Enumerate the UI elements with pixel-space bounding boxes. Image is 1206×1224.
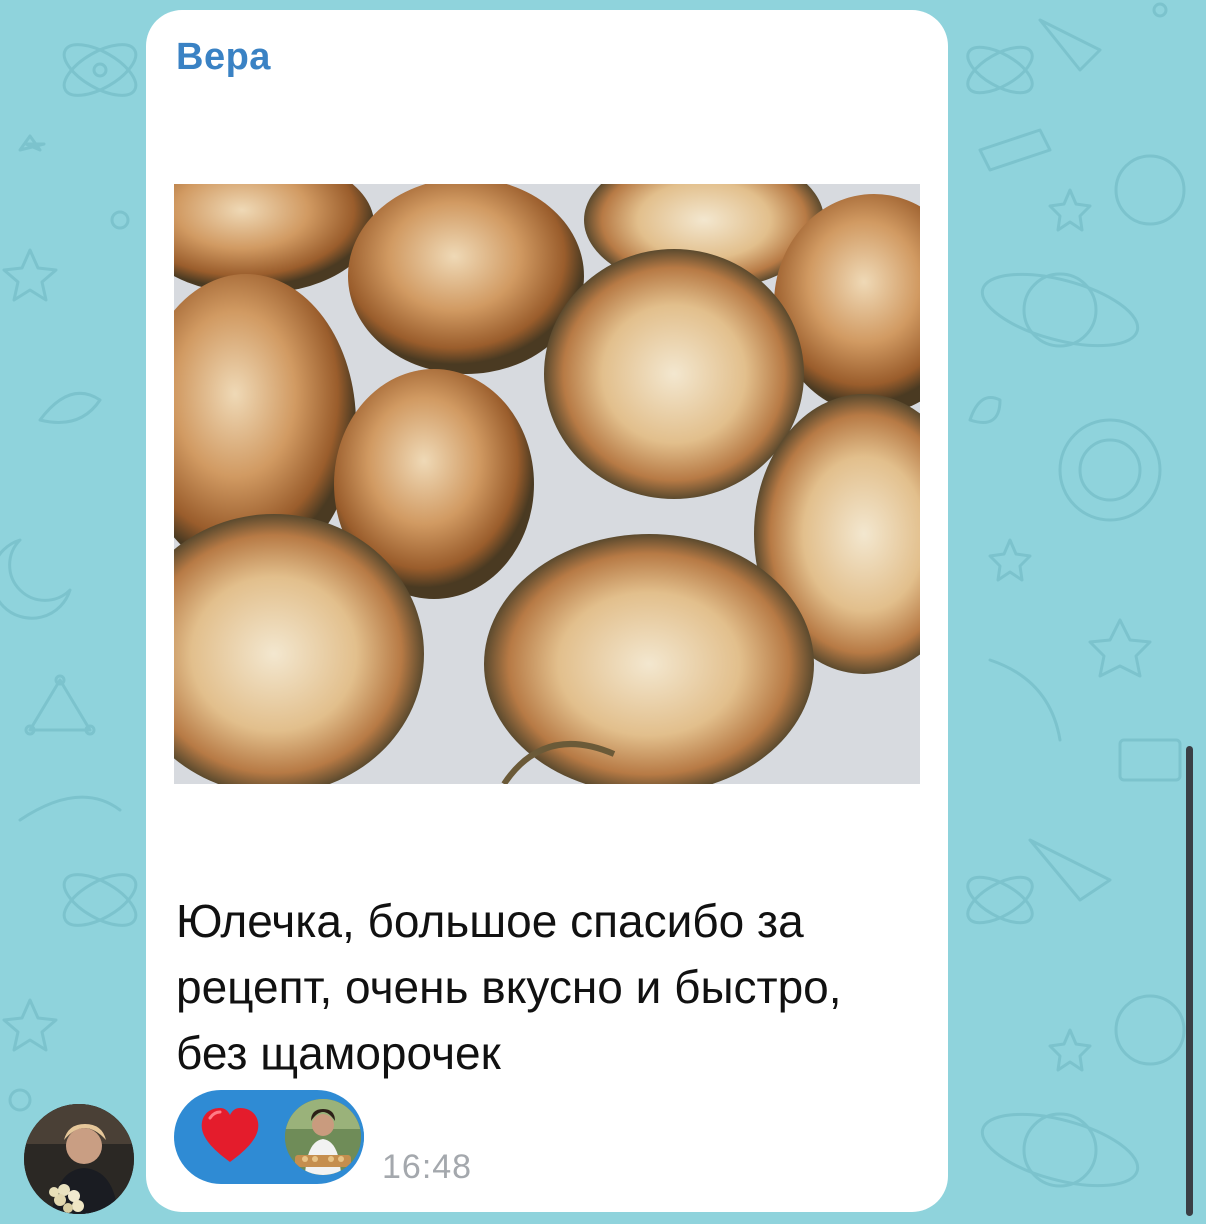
message-bubble[interactable]: Вера Юлечка, большое спасибо за рецепт, … (146, 10, 948, 1212)
message-photo[interactable] (174, 184, 920, 784)
sender-avatar[interactable] (24, 1104, 134, 1214)
reaction-pill[interactable] (174, 1090, 364, 1184)
reactor-avatar[interactable] (282, 1096, 364, 1178)
heart-icon (201, 1108, 259, 1162)
zucchini-photo-image (174, 184, 920, 784)
message-text: Юлечка, большое спасибо за рецепт, очень… (176, 895, 842, 1079)
sender-name[interactable]: Вера (176, 36, 271, 79)
message-time: 16:48 (382, 1148, 473, 1186)
avatar-photo (24, 1104, 134, 1214)
chat-scrollbar[interactable] (1186, 746, 1193, 1216)
reactor-avatar-photo (285, 1099, 361, 1175)
